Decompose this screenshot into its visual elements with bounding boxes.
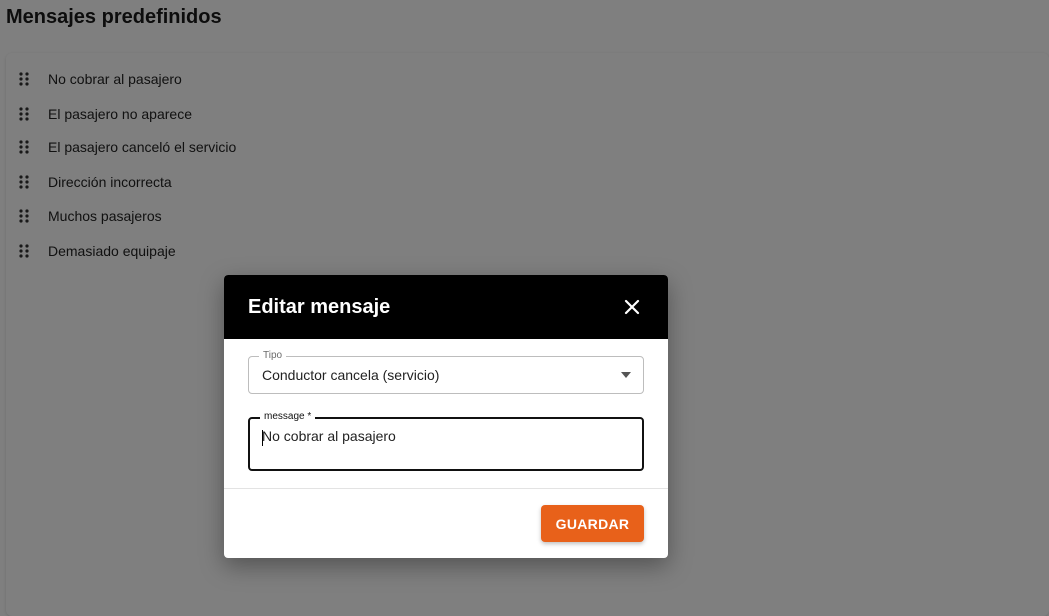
message-field-value: No cobrar al pasajero: [262, 428, 396, 444]
message-field[interactable]: message * No cobrar al pasajero: [248, 410, 644, 471]
type-select[interactable]: Tipo Conductor cancela (servicio): [248, 349, 644, 394]
close-button[interactable]: [620, 295, 644, 319]
save-button[interactable]: GUARDAR: [541, 505, 644, 542]
dialog-header: Editar mensaje: [224, 275, 668, 339]
edit-message-dialog: Editar mensaje Tipo Conductor cancela (s…: [224, 275, 668, 558]
type-field-label: Tipo: [259, 349, 287, 363]
dialog-divider: [224, 488, 668, 489]
dialog-title: Editar mensaje: [248, 295, 391, 318]
dropdown-arrow-icon[interactable]: [621, 372, 631, 378]
message-field-label: message *: [260, 410, 316, 424]
type-field-value: Conductor cancela (servicio): [262, 367, 440, 383]
close-icon: [624, 299, 640, 315]
